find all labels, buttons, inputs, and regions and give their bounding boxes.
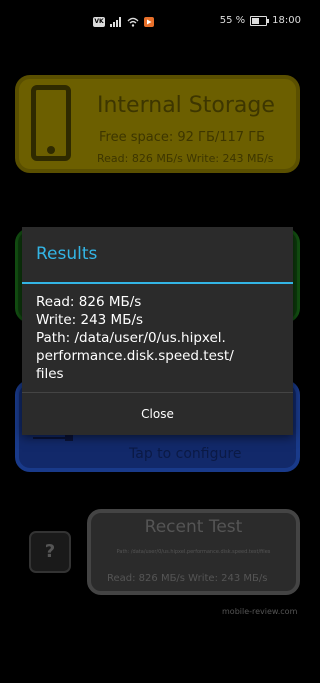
dialog-line-read: Read: 826 МБ/s xyxy=(36,294,142,310)
battery-icon xyxy=(250,15,270,26)
dialog-line-path: Path: /data/user/0/us.hipxel. xyxy=(36,330,226,346)
phone-icon xyxy=(31,85,71,161)
results-dialog: Results Read: 826 МБ/s Write: 243 МБ/s P… xyxy=(22,227,293,435)
status-icons-right: 55 % 18:00 xyxy=(220,15,301,26)
recent-test-speed: Read: 826 МБ/s Write: 243 МБ/s xyxy=(107,573,268,584)
signal-icon xyxy=(110,17,121,27)
vk-icon: VK xyxy=(93,17,105,27)
notification-icon xyxy=(144,17,154,27)
tap-to-configure-label: Tap to configure xyxy=(129,446,242,462)
dialog-line-write: Write: 243 МБ/s xyxy=(36,312,144,328)
clock: 18:00 xyxy=(272,15,301,26)
watermark: mobile-review.com xyxy=(222,607,298,616)
close-button[interactable]: Close xyxy=(22,393,293,435)
internal-storage-card[interactable]: Internal Storage Free space: 92 ГБ/117 Г… xyxy=(15,75,300,173)
recent-test-card[interactable]: Recent Test Path: /data/user/0/us.hipxel… xyxy=(87,509,300,595)
dialog-title-divider xyxy=(22,282,293,284)
status-icons-left: VK xyxy=(93,16,154,28)
dialog-line-path-cont: performance.disk.speed.test/ xyxy=(36,348,234,364)
battery-percent: 55 % xyxy=(219,15,246,26)
recent-test-title: Recent Test xyxy=(144,517,243,537)
dialog-message: Read: 826 МБ/s Write: 243 МБ/s Path: /da… xyxy=(36,293,286,383)
wifi-icon xyxy=(127,17,139,27)
status-bar: VK 55 % 18:00 xyxy=(0,0,315,44)
dialog-line-path-end: files xyxy=(36,366,64,382)
storage-speed: Read: 826 МБ/s Write: 243 МБ/s xyxy=(97,152,274,165)
recent-test-path: Path: /data/user/0/us.hipxel.performance… xyxy=(116,549,271,555)
dialog-title: Results xyxy=(36,244,98,264)
help-button[interactable]: ? xyxy=(29,531,71,573)
storage-title: Internal Storage xyxy=(97,93,275,118)
storage-free-space: Free space: 92 ГБ/117 ГБ xyxy=(99,130,266,145)
